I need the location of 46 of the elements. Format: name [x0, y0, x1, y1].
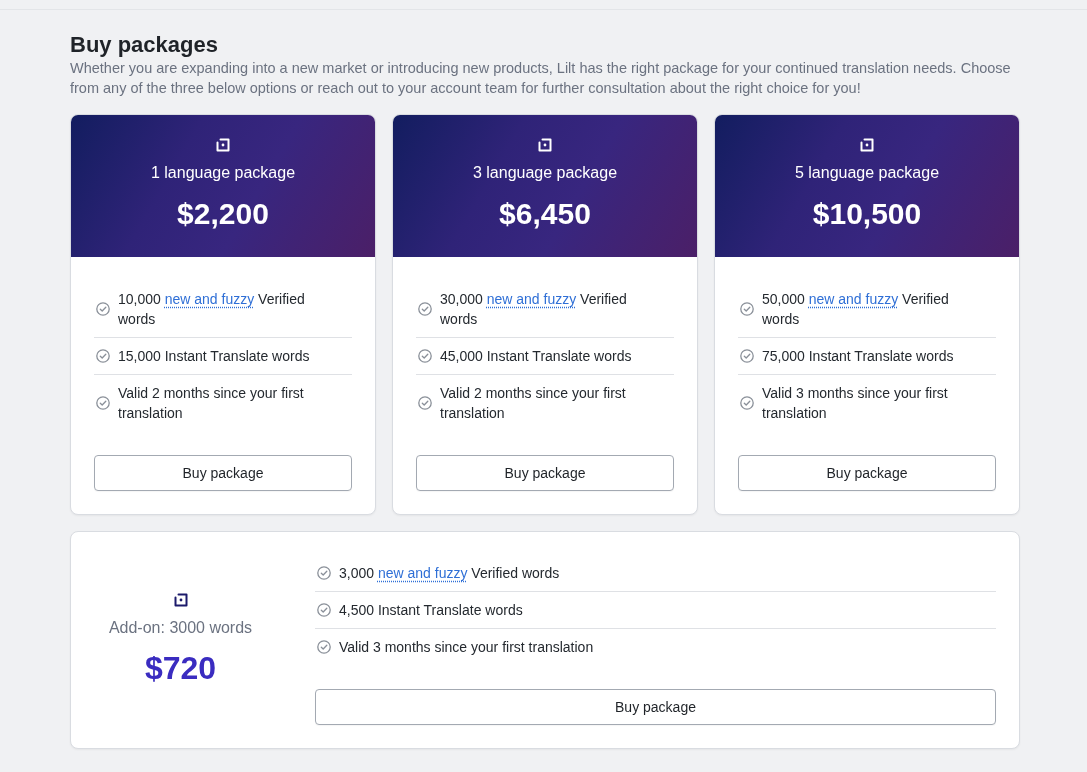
page-description: Whether you are expanding into a new market or introducing new products, Lilt has the right package for your continued translation needs. Choose from any of the three below options or reach out to your account team for further consultation about the right choice for you!: [70, 59, 1012, 98]
check-icon: [317, 603, 331, 617]
buy-package-button[interactable]: Buy package: [416, 455, 674, 491]
check-icon: [740, 349, 754, 363]
feature-text: 3,000 new and fuzzy Verified words: [339, 564, 560, 583]
feature-text: 50,000 new and fuzzy Verified words: [762, 290, 950, 329]
package-name: 1 language package: [150, 163, 296, 183]
feature-text: 10,000 new and fuzzy Verified words: [118, 290, 306, 329]
check-icon: [317, 640, 331, 654]
square-dot-icon: [860, 138, 874, 152]
package-price: $2,200: [177, 196, 269, 232]
feature-text: Valid 3 months since your first translation: [762, 384, 949, 423]
square-dot-icon: [173, 592, 188, 607]
package-name: 5 language package: [794, 163, 940, 183]
text-link[interactable]: new and fuzzy: [486, 291, 577, 307]
package-price: $10,500: [812, 196, 922, 232]
page-title: Buy packages: [70, 32, 218, 58]
text-link[interactable]: new and fuzzy: [377, 565, 468, 581]
check-icon: [418, 396, 432, 410]
addon-price: $720: [144, 648, 217, 688]
text-link[interactable]: new and fuzzy: [164, 291, 255, 307]
buy-package-button[interactable]: Buy package: [94, 455, 352, 491]
addon-name: Add-on: 3000 words: [108, 617, 253, 638]
check-icon: [740, 302, 754, 316]
feature-text: Valid 3 months since your first translation: [339, 638, 594, 657]
square-dot-icon: [216, 138, 230, 152]
check-icon: [96, 349, 110, 363]
feature-text: 15,000 Instant Translate words: [118, 347, 310, 366]
feature-text: 30,000 new and fuzzy Verified words: [440, 290, 628, 329]
check-icon: [418, 349, 432, 363]
feature-text: Valid 2 months since your first translation: [118, 384, 305, 423]
feature-text: 4,500 Instant Translate words: [339, 601, 523, 620]
check-icon: [418, 302, 432, 316]
check-icon: [96, 302, 110, 316]
package-name: 3 language package: [472, 163, 618, 183]
feature-text: 45,000 Instant Translate words: [440, 347, 632, 366]
text-link[interactable]: new and fuzzy: [808, 291, 899, 307]
square-dot-icon: [538, 138, 552, 152]
package-price: $6,450: [499, 196, 591, 232]
check-icon: [740, 396, 754, 410]
check-icon: [96, 396, 110, 410]
buy-package-button[interactable]: Buy package: [315, 689, 996, 725]
feature-text: 75,000 Instant Translate words: [762, 347, 954, 366]
feature-text: Valid 2 months since your first translation: [440, 384, 627, 423]
check-icon: [317, 566, 331, 580]
buy-package-button[interactable]: Buy package: [738, 455, 996, 491]
